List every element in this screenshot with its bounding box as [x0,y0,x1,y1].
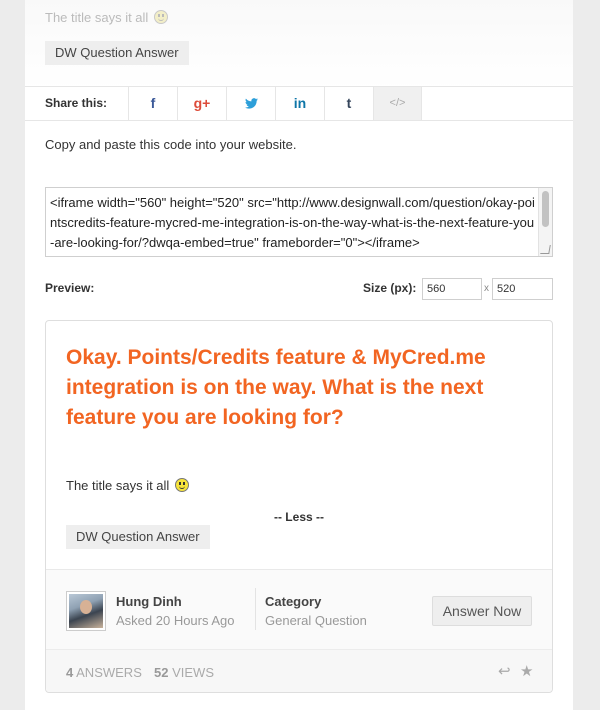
question-tag[interactable]: DW Question Answer [66,525,210,549]
answer-now-button[interactable]: Answer Now [432,596,532,626]
google-plus-share-button[interactable]: g+ [177,87,226,120]
preview-label: Preview: [45,281,95,295]
top-tag[interactable]: DW Question Answer [45,41,189,65]
linkedin-icon: in [293,95,307,111]
tumblr-share-button[interactable]: t [324,87,373,120]
star-icon[interactable]: ★ [520,662,533,680]
embed-code-textarea[interactable]: <iframe width="560" height="520" src="ht… [45,187,553,257]
top-question-text: The title says it all [45,10,168,25]
views-stat: 52 VIEWS [154,665,214,680]
embed-panel: The title says it all DW Question Answer… [25,0,573,710]
width-input[interactable]: 560 [422,278,482,300]
tumblr-icon: t [346,95,352,111]
avatar-image [69,594,103,628]
facebook-icon: f [150,95,156,111]
question-body-text: The title says it all [66,478,170,493]
embed-instruction: Copy and paste this code into your websi… [45,137,297,152]
question-meta: Hung Dinh Asked 20 Hours Ago Category Ge… [46,569,552,649]
views-label: VIEWS [172,665,214,680]
category-label: Category [265,594,322,609]
meta-divider [255,588,256,630]
smiley-icon [174,478,189,492]
avatar[interactable] [66,591,106,631]
question-stats: 4 ANSWERS 52 VIEWS ↩ ★ [46,649,552,692]
google-plus-icon: g+ [193,95,211,111]
share-bar: Share this: f g+ in t </> [25,86,573,121]
reply-icon[interactable]: ↩ [498,662,511,680]
height-input[interactable]: 520 [492,278,553,300]
category-value[interactable]: General Question [265,613,367,628]
share-label: Share this: [45,96,108,110]
linkedin-share-button[interactable]: in [275,87,324,120]
embed-code-text[interactable]: <iframe width="560" height="520" src="ht… [50,193,538,253]
asked-time: Asked 20 Hours Ago [116,613,235,628]
size-separator: x [484,283,489,294]
answers-count: 4 [66,665,74,680]
twitter-share-button[interactable] [226,87,275,120]
views-count: 52 [154,665,169,680]
twitter-icon [244,98,258,109]
top-text-label: The title says it all [45,10,149,25]
code-icon: </> [389,97,406,109]
size-label: Size (px): [363,281,417,295]
resize-grip-icon[interactable] [540,245,551,254]
scrollbar-thumb[interactable] [542,191,549,227]
answers-stat: 4 ANSWERS [66,665,142,680]
less-link[interactable]: -- Less -- [46,510,552,524]
author-name[interactable]: Hung Dinh [116,594,182,609]
answers-label: ANSWERS [76,665,142,680]
facebook-share-button[interactable]: f [128,87,177,120]
smiley-icon [153,10,168,24]
question-title[interactable]: Okay. Points/Credits feature & MyCred.me… [66,343,536,433]
embed-code-button[interactable]: </> [373,87,422,120]
question-body: The title says it all [66,478,189,493]
question-preview-card: Okay. Points/Credits feature & MyCred.me… [45,320,553,693]
